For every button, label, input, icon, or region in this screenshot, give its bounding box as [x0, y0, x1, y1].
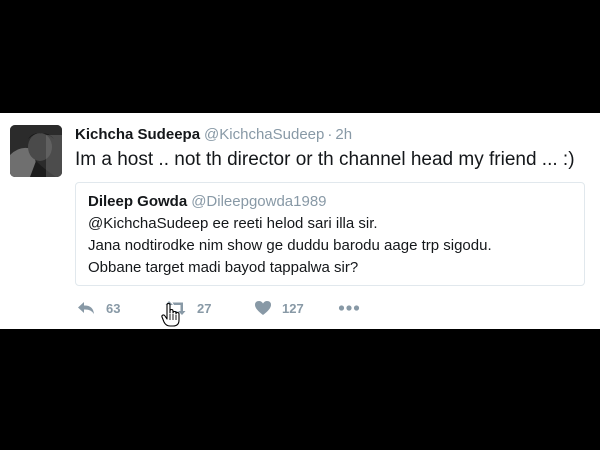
bottom-black-band [0, 329, 600, 450]
reply-button[interactable]: 63 [76, 295, 120, 321]
quoted-author-handle: @Dileepgowda1989 [191, 193, 327, 210]
top-black-band [0, 0, 600, 113]
more-icon [338, 304, 360, 312]
like-count: 127 [282, 300, 304, 316]
retweet-button[interactable]: 27 [165, 295, 211, 321]
reply-count: 63 [106, 300, 121, 316]
retweet-icon [165, 300, 187, 316]
quoted-text-line: Obbane target madi bayod tappalwa sir? [88, 259, 359, 276]
avatar[interactable] [10, 125, 62, 177]
like-button[interactable]: 127 [254, 295, 304, 321]
quoted-author-name: Dileep Gowda [88, 193, 188, 210]
tweet-timestamp[interactable]: 2h [335, 126, 352, 143]
tweet-actions: 63 27 127 [0, 295, 600, 321]
heart-icon [254, 300, 272, 316]
reply-icon [76, 300, 96, 316]
more-button[interactable] [338, 295, 360, 321]
tweet-card[interactable]: Kichcha Sudeepa @KichchaSudeep · 2h Im a ho… [0, 113, 600, 329]
tweet-text: Im a host .. not th director or th chann… [75, 149, 575, 170]
author-name[interactable]: Kichcha Sudeepa [75, 126, 200, 143]
header-separator: · [327, 126, 333, 143]
author-handle[interactable]: @KichchaSudeep [204, 126, 324, 143]
quoted-tweet-header: Dileep Gowda @Dileepgowda1989 [88, 193, 327, 210]
retweet-count: 27 [197, 300, 212, 316]
avatar-image [10, 125, 62, 177]
quoted-tweet[interactable]: Dileep Gowda @Dileepgowda1989 @KichchaSud… [75, 182, 585, 286]
quoted-text-line: @KichchaSudeep ee reeti helod sari illa … [88, 215, 378, 232]
quoted-text-line: Jana nodtirodke nim show ge duddu barodu… [88, 237, 492, 254]
tweet-header: Kichcha Sudeepa @KichchaSudeep · 2h [75, 126, 352, 143]
